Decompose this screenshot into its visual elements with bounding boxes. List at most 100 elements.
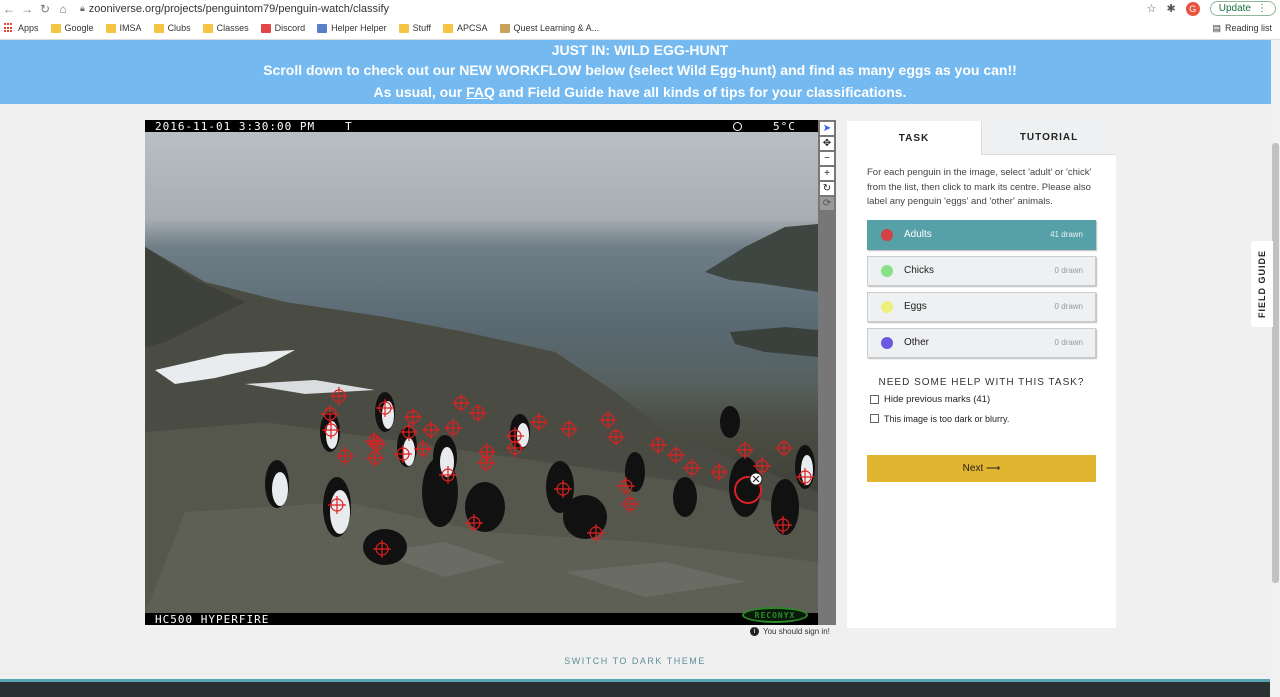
tool-label: Other [904, 337, 930, 348]
adult-mark-crosshair [683, 459, 701, 477]
zoom-in-icon[interactable]: + [820, 167, 834, 180]
field-guide-label: FIELD GUIDE [1257, 249, 1268, 319]
folder-icon [105, 23, 116, 33]
shield-icon [499, 23, 510, 33]
adult-mark-crosshair [400, 423, 418, 441]
banner-line-3: As usual, our FAQ and Field Guide have a… [373, 84, 907, 100]
announcement-banner: JUST IN: WILD EGG-HUNT Scroll down to ch… [0, 40, 1280, 104]
back-icon[interactable]: ← [0, 2, 18, 16]
profile-avatar[interactable]: G [1185, 1, 1200, 16]
update-label: Update [1218, 3, 1251, 14]
adult-mark-crosshair [465, 514, 483, 532]
tool-adults[interactable]: Adults 41 drawn [867, 219, 1096, 250]
checkbox-box[interactable] [870, 394, 879, 404]
tab-task[interactable]: TASK [847, 121, 981, 155]
tool-label: Adults [904, 229, 932, 240]
moon-phase-icon [733, 121, 742, 131]
bookmark-google[interactable]: Google [50, 23, 94, 33]
hide-marks-checkbox[interactable]: Hide previous marks (41) [870, 394, 1116, 405]
camera-model: HC500 HYPERFIRE [155, 612, 270, 626]
zoom-out-icon[interactable]: − [820, 152, 834, 165]
adult-mark-crosshair [753, 457, 771, 475]
bookmark-apcsa[interactable]: APCSA [443, 23, 488, 33]
banner-heading: JUST IN: WILD EGG-HUNT [551, 42, 729, 58]
adult-mark-crosshair [414, 440, 432, 458]
pan-icon[interactable]: ✥ [820, 137, 834, 150]
reading-list[interactable]: ▤ Reading list [1212, 23, 1272, 34]
tool-chicks[interactable]: Chicks 0 drawn [867, 255, 1096, 286]
tool-label: Eggs [904, 301, 927, 312]
adult-mark-crosshair [376, 399, 394, 417]
bookmark-apps[interactable]: Apps [4, 23, 39, 33]
helper-icon [317, 23, 328, 33]
folder-icon [202, 23, 213, 33]
adult-mark-crosshair [444, 419, 462, 437]
checkbox-box[interactable] [870, 414, 879, 423]
task-instructions: For each penguin in the image, select 'a… [867, 167, 1092, 207]
next-button[interactable]: Next ⟶ [867, 455, 1096, 482]
adult-mark-crosshair [560, 420, 578, 438]
folder-icon [398, 23, 409, 33]
delete-mark-icon[interactable] [749, 472, 763, 486]
adult-mark-crosshair [649, 436, 667, 454]
extensions-icon[interactable]: ✱ [1167, 2, 1176, 15]
adult-mark-crosshair [607, 428, 625, 446]
adult-mark-crosshair [321, 405, 339, 423]
help-link[interactable]: NEED SOME HELP WITH THIS TASK? [847, 377, 1116, 388]
reload-icon[interactable]: ↻ [36, 2, 54, 16]
adult-mark-crosshair [336, 447, 354, 465]
dark-theme-toggle[interactable]: SWITCH TO DARK THEME [0, 656, 1270, 666]
tool-count: 0 drawn [1054, 338, 1083, 347]
subject-image[interactable]: 2016-11-01 3:30:00 PM T 5°C HC500 HYPERF… [145, 120, 818, 625]
adult-mark-crosshair [452, 394, 470, 412]
tool-other[interactable]: Other 0 drawn [867, 327, 1096, 358]
forward-icon[interactable]: → [18, 2, 36, 16]
adult-mark-crosshair [710, 463, 728, 481]
adult-mark-crosshair [322, 421, 340, 439]
field-guide-tab[interactable]: FIELD GUIDE [1251, 241, 1273, 327]
address-bar: ← → ↻ ⌂ 🔒︎ zooniverse.org/projects/pengu… [0, 0, 1280, 17]
folder-icon [50, 23, 61, 33]
bookmark-helper-helper[interactable]: Helper Helper [317, 23, 387, 33]
star-icon[interactable]: ☆ [1147, 2, 1157, 15]
bookmark-imsa[interactable]: IMSA [105, 23, 142, 33]
home-icon[interactable]: ⌂ [54, 2, 72, 16]
bookmark-clubs[interactable]: Clubs [153, 23, 191, 33]
signin-text: You should sign in! [763, 627, 830, 636]
adult-mark-crosshair [328, 496, 346, 514]
adult-mark-crosshair [621, 495, 639, 513]
update-button[interactable]: Update ⋮ [1209, 1, 1276, 16]
faq-link[interactable]: FAQ [466, 84, 495, 100]
banner-line-2: Scroll down to check out our NEW WORKFLO… [263, 62, 1017, 78]
classification-marks[interactable] [145, 132, 818, 614]
camera-timestamp: 2016-11-01 3:30:00 PM [155, 120, 316, 133]
scrollbar-thumb[interactable] [1272, 143, 1279, 583]
adult-mark-crosshair [530, 413, 548, 431]
bookmark-stuff[interactable]: Stuff [398, 23, 431, 33]
hide-marks-label: Hide previous marks (41) [884, 393, 991, 405]
adult-mark-crosshair [667, 446, 685, 464]
task-tabs: TASK TUTORIAL [847, 121, 1116, 155]
adult-mark-crosshair [469, 404, 487, 422]
tool-count: 0 drawn [1054, 266, 1083, 275]
rotate-icon[interactable]: ↻ [820, 182, 834, 195]
too-dark-label: This image is too dark or blurry. [884, 413, 1010, 424]
too-dark-checkbox[interactable]: This image is too dark or blurry. [870, 414, 1116, 424]
adult-mark-crosshair [404, 408, 422, 426]
tab-tutorial[interactable]: TUTORIAL [981, 121, 1116, 155]
bookmark-classes[interactable]: Classes [202, 23, 249, 33]
marking-tools: Adults 41 drawn Chicks 0 drawn Eggs 0 dr… [867, 219, 1096, 358]
tool-eggs[interactable]: Eggs 0 drawn [867, 291, 1096, 322]
penguin-colony-photo [145, 132, 818, 614]
tool-count: 0 drawn [1054, 302, 1083, 311]
adult-mark-crosshair [373, 540, 391, 558]
pointer-icon[interactable]: ➤ [820, 122, 834, 135]
bookmark-discord[interactable]: Discord [260, 23, 305, 33]
adult-mark-crosshair [394, 445, 412, 463]
adult-mark-crosshair [422, 421, 440, 439]
footer [0, 679, 1270, 697]
reset-icon[interactable]: ⟳ [820, 197, 834, 210]
bookmark-quest-learning[interactable]: Quest Learning & A... [499, 23, 599, 33]
url-field[interactable]: 🔒︎ zooniverse.org/projects/penguintom79/… [80, 3, 389, 15]
chicks-marker-icon [880, 264, 894, 278]
